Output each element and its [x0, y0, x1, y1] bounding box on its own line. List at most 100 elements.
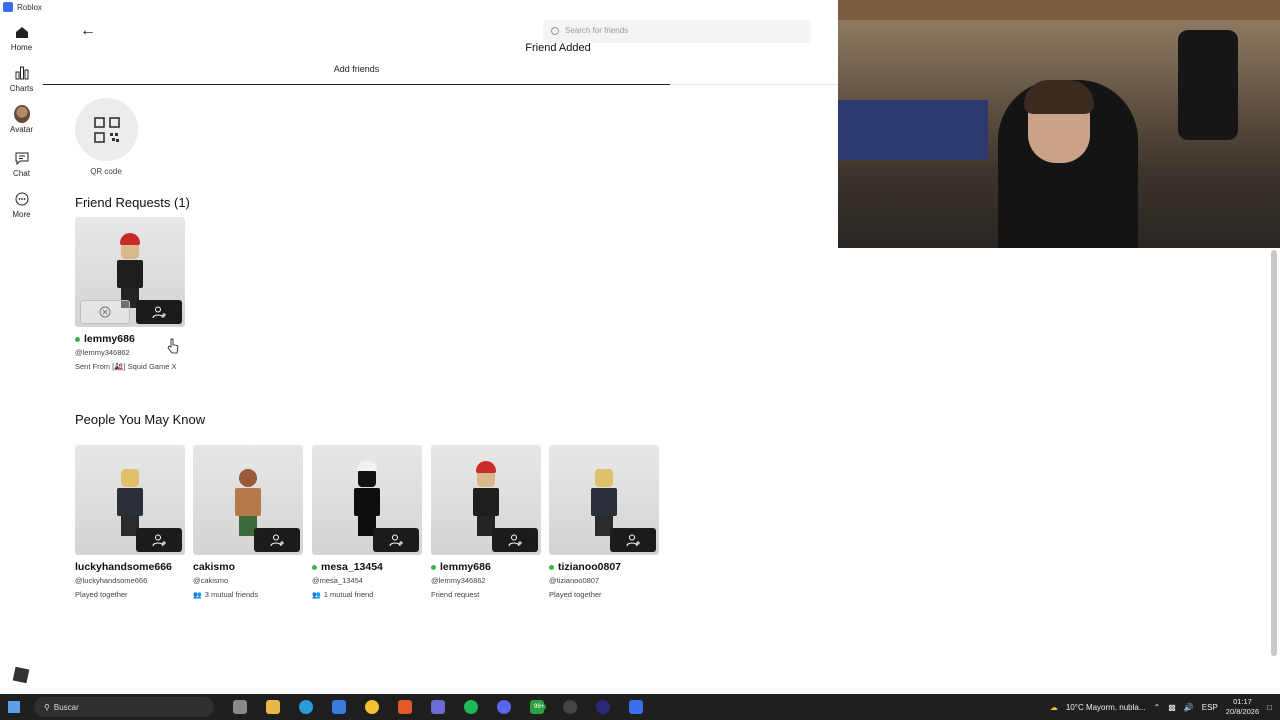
add-friend-button[interactable]: [136, 528, 182, 552]
suggestion-reason-text: 3 mutual friends: [204, 590, 259, 599]
suggestion-reason: Played together: [549, 590, 659, 599]
search-input[interactable]: Search for friends: [543, 20, 811, 43]
sidebar-item-label: Chat: [13, 169, 30, 178]
spotify-icon[interactable]: [464, 700, 478, 714]
taskbar-search-text: Buscar: [53, 702, 79, 712]
avatar-thumbnail[interactable]: [75, 217, 185, 327]
notification-badge: 99+: [532, 704, 547, 710]
chrome-icon[interactable]: [365, 700, 379, 714]
suggestion-name-text: mesa_13454: [321, 561, 383, 573]
suggestion-name[interactable]: luckyhandsome666: [75, 561, 185, 573]
task-view-icon[interactable]: [233, 700, 247, 714]
webcam-jacket: [838, 100, 988, 160]
add-friend-button[interactable]: [373, 528, 419, 552]
people-icon: 👥: [312, 591, 321, 599]
sidebar-item-chat[interactable]: Chat: [0, 150, 43, 178]
windows-taskbar: ⚲ Buscar 99+ ☁ 10°C Mayorm. nubla... ⌃ ▩…: [0, 694, 1280, 720]
edge-browser-icon[interactable]: [299, 700, 313, 714]
charts-icon: [14, 65, 30, 81]
qr-code-button[interactable]: [75, 98, 138, 161]
suggestion-name-text: tizianoo0807: [558, 561, 622, 573]
search-placeholder: Search for friends: [565, 26, 629, 35]
suggestion-reason: 👥 1 mutual friend: [312, 590, 422, 599]
add-friend-button[interactable]: [492, 528, 538, 552]
suggestion-handle: @mesa_13454: [312, 576, 363, 585]
page-scrollbar[interactable]: [1271, 250, 1277, 656]
suggestion-name[interactable]: tizianoo0807: [549, 561, 659, 573]
whatsapp-icon[interactable]: 99+: [530, 700, 547, 714]
discord-icon[interactable]: [497, 700, 511, 714]
notifications-icon[interactable]: □: [1267, 703, 1272, 712]
tab-divider: [670, 84, 838, 85]
decline-request-button[interactable]: [80, 300, 130, 324]
accept-request-button[interactable]: [136, 300, 182, 324]
avatar-thumbnail[interactable]: [312, 445, 422, 555]
volume-icon[interactable]: 🔊: [1184, 703, 1194, 712]
add-friend-icon: [626, 534, 640, 546]
home-icon: [14, 24, 30, 40]
suggestion-card[interactable]: cakismo @cakismo 👥 3 mutual friends: [193, 445, 303, 599]
avatar-thumbnail[interactable]: [75, 445, 185, 555]
roblox-taskbar-icon[interactable]: [629, 700, 643, 714]
sidebar-item-home[interactable]: Home: [0, 24, 43, 52]
suggestion-reason-text: Played together: [75, 590, 128, 599]
suggestion-reason: 👥 3 mutual friends: [193, 590, 303, 599]
sidebar-item-avatar[interactable]: Avatar: [0, 105, 43, 134]
window-title: Roblox: [17, 2, 42, 12]
sidebar: Home Charts Avatar Chat More: [0, 18, 43, 684]
suggestion-name[interactable]: mesa_13454: [312, 561, 422, 573]
clock-time: 01:17: [1233, 697, 1252, 706]
webcam-coat: [1178, 30, 1238, 140]
avatar-thumbnail[interactable]: [431, 445, 541, 555]
suggestion-handle: @lemmy346862: [431, 576, 486, 585]
back-arrow-icon[interactable]: ←: [78, 22, 98, 40]
app-circle-icon[interactable]: [596, 700, 610, 714]
webcam-overlay: [838, 0, 1280, 248]
avatar-thumbnail[interactable]: [193, 445, 303, 555]
close-circle-icon: [99, 306, 111, 318]
system-tray: ☁ 10°C Mayorm. nubla... ⌃ ▩ 🔊 ESP 01:17 …: [1050, 694, 1272, 720]
suggestion-card[interactable]: luckyhandsome666 @luckyhandsome666 Playe…: [75, 445, 185, 599]
suggestion-card[interactable]: tizianoo0807 @tizianoo0807 Played togeth…: [549, 445, 659, 599]
suggestion-name[interactable]: lemmy686: [431, 561, 541, 573]
clock-date: 20/8/2026: [1225, 707, 1260, 716]
taskbar-search[interactable]: ⚲ Buscar: [34, 697, 214, 717]
roblox-logo-icon[interactable]: [12, 666, 30, 684]
windows-start-icon[interactable]: [8, 701, 20, 713]
brave-icon[interactable]: [398, 700, 412, 714]
suggestion-name-text: lemmy686: [440, 561, 491, 573]
sidebar-item-label: Avatar: [10, 125, 33, 134]
file-explorer-icon[interactable]: [266, 700, 280, 714]
friend-added-toast: Friend Added: [525, 42, 591, 54]
app-icon[interactable]: [431, 700, 445, 714]
online-status-dot: [431, 564, 436, 570]
add-friend-icon: [152, 306, 166, 318]
sidebar-item-charts[interactable]: Charts: [0, 65, 43, 93]
search-icon: ⚲: [44, 702, 50, 712]
obs-icon[interactable]: [563, 700, 577, 714]
window-titlebar: Roblox: [0, 0, 838, 14]
suggestion-reason-text: Played together: [549, 590, 602, 599]
language-indicator[interactable]: ESP: [1202, 703, 1218, 712]
add-friend-button[interactable]: [610, 528, 656, 552]
chevron-up-icon[interactable]: ⌃: [1154, 703, 1161, 712]
webcam-hair: [1024, 80, 1094, 114]
sidebar-item-more[interactable]: More: [0, 191, 43, 219]
suggestion-handle: @tizianoo0807: [549, 576, 600, 585]
network-icon[interactable]: ▩: [1168, 703, 1176, 712]
clock[interactable]: 01:17 20/8/2026: [1226, 697, 1259, 717]
qr-code-icon: [93, 116, 120, 143]
suggestion-card[interactable]: mesa_13454 @mesa_13454 👥 1 mutual friend: [312, 445, 422, 599]
store-icon[interactable]: [332, 700, 346, 714]
suggestion-name[interactable]: cakismo: [193, 561, 303, 573]
sidebar-item-label: Charts: [9, 84, 34, 93]
suggestion-handle: @luckyhandsome666: [75, 576, 148, 585]
weather-text[interactable]: 10°C Mayorm. nubla...: [1066, 703, 1146, 712]
avatar-thumbnail[interactable]: [549, 445, 659, 555]
sidebar-item-label: Home: [10, 43, 33, 52]
add-friend-button[interactable]: [254, 528, 300, 552]
online-status-dot: [75, 336, 80, 342]
tab-add-friends[interactable]: Add friends: [43, 62, 670, 85]
online-status-dot: [312, 564, 317, 570]
suggestion-card[interactable]: lemmy686 @lemmy346862 Friend request: [431, 445, 541, 599]
